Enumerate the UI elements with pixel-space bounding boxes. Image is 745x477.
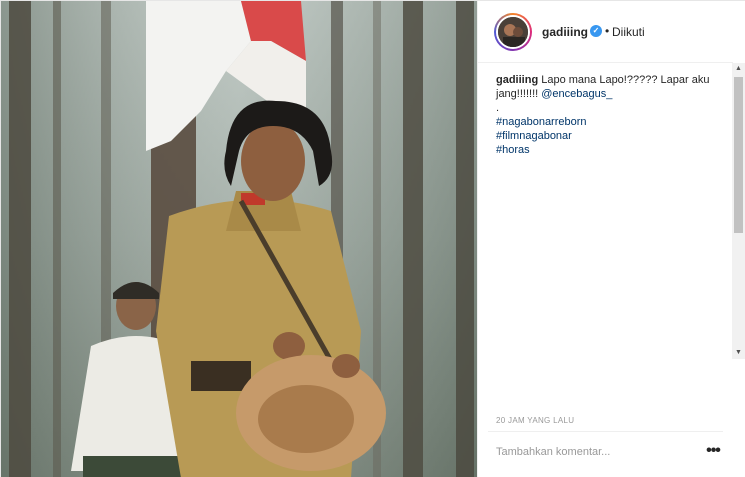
caption-line-2: jang!!!!!!! @encebagus_	[496, 87, 732, 101]
caption-dot-line: .	[496, 102, 500, 114]
scroll-down-arrow-icon[interactable]: ▼	[732, 347, 745, 359]
verified-badge-icon: ✓	[590, 25, 602, 37]
hashtag-link[interactable]: #filmnagabonar	[496, 129, 732, 143]
post-header: gadiiing ✓ • Diikuti	[478, 1, 733, 63]
avatar-image	[496, 15, 530, 49]
caption-username[interactable]: gadiiing	[496, 74, 538, 86]
scrollbar-thumb[interactable]	[734, 77, 743, 233]
caption-mention-link[interactable]: @encebagus_	[541, 88, 612, 100]
hashtag-link[interactable]: #nagabonarreborn	[496, 115, 732, 129]
post-caption: gadiiing Lapo mana Lapo!????? Lapar aku …	[496, 73, 732, 157]
post-details-panel: gadiiing ✓ • Diikuti gadiiing Lapo mana …	[477, 1, 745, 477]
avatar-photo-icon	[498, 17, 528, 47]
separator-dot: •	[605, 24, 610, 38]
more-options-icon[interactable]: •••	[702, 442, 724, 464]
caption-text-1: Lapo mana Lapo!????? Lapar aku	[541, 74, 710, 86]
caption-text-2: jang!!!!!!!	[496, 88, 542, 100]
author-username[interactable]: gadiiing	[542, 25, 588, 39]
author-avatar[interactable]	[494, 13, 532, 51]
post-timestamp[interactable]: 20 JAM YANG LALU	[496, 416, 574, 425]
instagram-post: gadiiing ✓ • Diikuti gadiiing Lapo mana …	[0, 0, 745, 477]
follow-status-button[interactable]: Diikuti	[612, 25, 645, 39]
post-photo[interactable]	[1, 1, 477, 477]
comment-bar: •••	[488, 431, 723, 477]
scroll-up-arrow-icon[interactable]: ▲	[732, 63, 745, 75]
caption-line-1: gadiiing Lapo mana Lapo!????? Lapar aku	[496, 73, 732, 87]
photo-illustration	[1, 1, 477, 477]
hashtag-link[interactable]: #horas	[496, 143, 732, 157]
comment-input[interactable]	[496, 446, 686, 458]
comments-scrollbar[interactable]: ▲ ▼	[732, 63, 745, 359]
